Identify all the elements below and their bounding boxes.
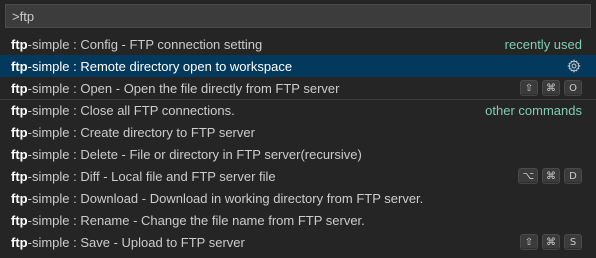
command-key: ⌘ (542, 80, 560, 96)
command-input[interactable] (6, 5, 590, 27)
item-label: ftp-simple : Config - FTP connection set… (11, 37, 505, 52)
list-item-open[interactable]: ftp-simple : Open - Open the file direct… (0, 77, 596, 99)
list-item-rename[interactable]: ftp-simple : Rename - Change the file na… (0, 209, 596, 231)
item-text: -simple : Close all FTP connections. (27, 103, 235, 118)
list-item-remote-directory[interactable]: ftp-simple : Remote directory open to wo… (0, 55, 596, 77)
item-label: ftp-simple : Open - Open the file direct… (11, 81, 520, 96)
item-text: -simple : Download - Download in working… (27, 190, 424, 206)
item-text: -simple : Create directory to FTP server (27, 124, 255, 140)
d-key: D (564, 168, 582, 184)
item-label: ftp-simple : Save - Upload to FTP server (11, 235, 520, 250)
gear-icon[interactable] (566, 58, 582, 74)
option-key: ⌥ (518, 168, 538, 184)
group-label-other-commands: other commands (485, 103, 582, 118)
item-label: ftp-simple : Close all FTP connections. (11, 103, 485, 118)
list-item-delete[interactable]: ftp-simple : Delete - File or directory … (0, 143, 596, 165)
match-highlight: ftp (11, 58, 28, 74)
match-highlight: ftp (11, 80, 28, 96)
command-key: ⌘ (542, 234, 560, 250)
keybinding: ⇧ ⌘ O (520, 80, 582, 96)
command-key: ⌘ (542, 168, 560, 184)
item-text: -simple : Open - Open the file directly … (27, 80, 340, 96)
match-highlight: ftp (11, 124, 28, 140)
match-highlight: ftp (11, 146, 28, 162)
item-text: -simple : Diff - Local file and FTP serv… (27, 168, 276, 184)
list-item-save[interactable]: ftp-simple : Save - Upload to FTP server… (0, 231, 596, 253)
list-item-create-directory[interactable]: ftp-simple : Create directory to FTP ser… (0, 121, 596, 143)
item-label: ftp-simple : Download - Download in work… (11, 191, 582, 206)
shift-key: ⇧ (520, 234, 538, 250)
command-palette: ftp-simple : Config - FTP connection set… (0, 0, 596, 258)
item-label: ftp-simple : Remote directory open to wo… (11, 59, 566, 74)
item-text: -simple : Config - FTP connection settin… (27, 36, 263, 52)
item-label: ftp-simple : Rename - Change the file na… (11, 213, 582, 228)
keybinding: ⇧ ⌘ S (520, 234, 582, 250)
list-item-config[interactable]: ftp-simple : Config - FTP connection set… (0, 33, 596, 55)
list-item-diff[interactable]: ftp-simple : Diff - Local file and FTP s… (0, 165, 596, 187)
item-text: -simple : Rename - Change the file name … (27, 212, 365, 228)
s-key: S (564, 234, 582, 250)
match-highlight: ftp (11, 103, 28, 118)
o-key: O (564, 80, 582, 96)
item-text: -simple : Save - Upload to FTP server (27, 234, 245, 250)
match-highlight: ftp (11, 212, 28, 228)
group-label-recently-used: recently used (504, 36, 582, 52)
shift-key: ⇧ (520, 80, 538, 96)
item-text: -simple : Delete - File or directory in … (27, 146, 362, 162)
keybinding: ⌥ ⌘ D (518, 168, 582, 184)
match-highlight: ftp (11, 168, 28, 184)
list-item-download[interactable]: ftp-simple : Download - Download in work… (0, 187, 596, 209)
list-item-close-all[interactable]: ftp-simple : Close all FTP connections. … (0, 99, 596, 121)
item-label: ftp-simple : Create directory to FTP ser… (11, 125, 582, 140)
item-label: ftp-simple : Delete - File or directory … (11, 147, 582, 162)
match-highlight: ftp (11, 190, 28, 206)
item-label: ftp-simple : Diff - Local file and FTP s… (11, 169, 518, 184)
match-highlight: ftp (11, 234, 28, 250)
item-text: -simple : Remote directory open to works… (27, 58, 293, 74)
command-input-box[interactable] (5, 4, 591, 28)
command-list: ftp-simple : Config - FTP connection set… (0, 33, 596, 253)
match-highlight: ftp (11, 36, 28, 52)
